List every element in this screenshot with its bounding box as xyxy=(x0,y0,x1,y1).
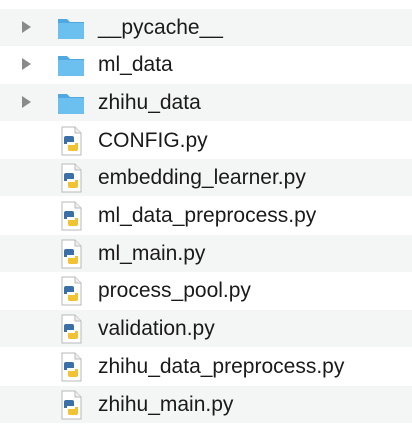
list-item[interactable]: validation.py xyxy=(0,310,412,347)
list-item[interactable]: zhihu_data_preprocess.py xyxy=(0,348,412,385)
disclosure-triangle-icon[interactable] xyxy=(22,96,31,108)
item-name: zhihu_data xyxy=(98,91,201,114)
list-item[interactable]: ml_main.py xyxy=(0,235,412,272)
item-name: zhihu_main.py xyxy=(98,393,234,416)
list-item[interactable]: ml_data_preprocess.py xyxy=(0,197,412,234)
item-name: __pycache__ xyxy=(98,16,223,39)
python-file-icon xyxy=(61,163,82,193)
item-name: zhihu_data_preprocess.py xyxy=(98,355,345,378)
folder-icon xyxy=(58,56,84,76)
python-file-icon xyxy=(61,201,82,231)
item-name: embedding_learner.py xyxy=(98,166,306,189)
file-list: __pycache__ ml_data zhihu_data CONFIG.py xyxy=(0,0,412,432)
python-file-icon xyxy=(61,352,82,382)
python-file-icon xyxy=(61,126,82,156)
item-name: validation.py xyxy=(98,317,215,340)
item-name: ml_data xyxy=(98,53,173,76)
list-item[interactable]: embedding_learner.py xyxy=(0,159,412,196)
item-name: ml_data_preprocess.py xyxy=(98,204,317,227)
item-name: ml_main.py xyxy=(98,242,206,265)
python-file-icon xyxy=(61,276,82,306)
item-name: CONFIG.py xyxy=(98,129,208,152)
list-item[interactable]: zhihu_main.py xyxy=(0,386,412,423)
python-file-icon xyxy=(61,390,82,420)
list-item[interactable]: __pycache__ xyxy=(0,9,412,46)
list-item[interactable]: zhihu_data xyxy=(0,84,412,121)
python-file-icon xyxy=(61,314,82,344)
folder-icon xyxy=(58,94,84,114)
disclosure-triangle-icon[interactable] xyxy=(22,58,31,70)
folder-icon xyxy=(58,19,84,39)
list-item[interactable]: process_pool.py xyxy=(0,272,412,309)
list-item[interactable]: CONFIG.py xyxy=(0,122,412,159)
disclosure-triangle-icon[interactable] xyxy=(22,21,31,33)
item-name: process_pool.py xyxy=(98,279,251,302)
python-file-icon xyxy=(61,239,82,269)
list-item[interactable]: ml_data xyxy=(0,46,412,83)
